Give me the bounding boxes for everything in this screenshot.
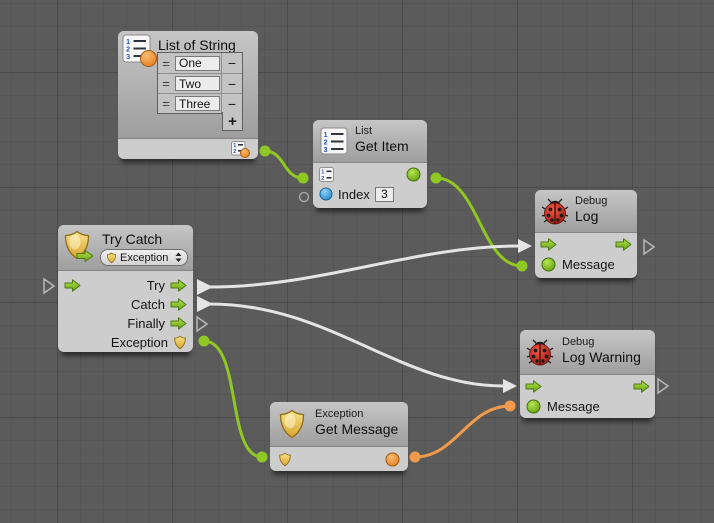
node-title: Get Message [315, 421, 398, 437]
flow-input-port[interactable] [64, 279, 81, 292]
svg-text:3: 3 [324, 145, 328, 154]
list-literal-icon: 1 2 3 [122, 34, 158, 68]
message-input-port[interactable] [541, 257, 556, 272]
list-item-field[interactable]: Three [175, 96, 220, 111]
node-category: Debug [575, 195, 607, 208]
wire-exception-to-getmessage[interactable] [204, 341, 262, 457]
svg-text:2: 2 [321, 176, 324, 182]
finally-output-port[interactable] [170, 317, 187, 330]
try-catch-icon [62, 230, 96, 264]
unconnected-output-marker-log [644, 240, 654, 254]
node-category: List [355, 125, 409, 138]
wire-endpoint [298, 173, 309, 184]
wire-endpoint [260, 146, 271, 157]
list-item-row: = One − [158, 53, 242, 73]
wire-endpoint [505, 401, 516, 412]
node-log-warning[interactable]: Debug Log Warning Message [520, 330, 655, 418]
flow-input-port[interactable] [525, 380, 542, 393]
exception-output-port[interactable] [173, 335, 187, 350]
wire-getmessage-to-logwarning[interactable] [415, 406, 510, 457]
wire-list-to-getitem[interactable] [265, 151, 303, 178]
flow-output-port[interactable] [615, 238, 632, 251]
exception-port-label: Exception [111, 335, 168, 350]
index-input-port[interactable] [319, 187, 333, 201]
flow-output-port[interactable] [633, 380, 650, 393]
item-output-port[interactable] [406, 167, 421, 182]
node-title: List of String [158, 37, 236, 53]
node-title: Get Item [355, 138, 409, 154]
node-list-of-string[interactable]: 1 2 3 List of String = One − = Two − = [118, 31, 258, 159]
graph-canvas[interactable]: 1 2 3 List of String = One − = Two − = [0, 0, 714, 523]
unconnected-input-marker-trycatch [44, 279, 54, 293]
dropdown-caret-icon [175, 252, 182, 263]
try-output-port[interactable] [170, 279, 187, 292]
ladybug-icon [526, 338, 554, 366]
add-item-button[interactable]: + [222, 112, 243, 131]
wire-arrowhead [197, 279, 213, 295]
finally-port-label: Finally [127, 316, 165, 331]
remove-item-button[interactable]: − [221, 53, 242, 73]
wire-arrowhead [518, 239, 532, 253]
node-debug-log[interactable]: Debug Log Message [535, 190, 637, 278]
list-item-field[interactable]: One [175, 56, 220, 71]
drag-handle[interactable]: = [158, 56, 174, 71]
wire-endpoint [517, 261, 528, 272]
exception-input-port[interactable] [278, 452, 292, 467]
node-get-message[interactable]: Exception Get Message [270, 402, 408, 471]
flow-input-port[interactable] [540, 238, 557, 251]
index-field[interactable]: 3 [375, 187, 394, 202]
try-port-label: Try [147, 278, 165, 293]
list-item-row: = Three − [158, 93, 242, 113]
node-get-item[interactable]: 1 2 3 List Get Item 1 2 [313, 120, 427, 208]
node-title: Try Catch [102, 231, 162, 247]
node-category: Exception [315, 408, 398, 421]
unconnected-input-marker-index [300, 193, 309, 202]
drag-handle[interactable]: = [158, 96, 174, 111]
exception-type-dropdown[interactable]: Exception [100, 249, 188, 266]
wire-try-to-log[interactable] [210, 246, 518, 287]
node-category: Debug [562, 336, 641, 349]
node-title: Log Warning [562, 349, 641, 365]
remove-item-button[interactable]: − [221, 94, 242, 113]
index-label: Index [338, 187, 370, 202]
list-item-row: = Two − [158, 73, 242, 93]
svg-text:1: 1 [321, 169, 324, 175]
svg-text:2: 2 [233, 149, 236, 155]
list-input-port[interactable]: 1 2 [319, 167, 334, 182]
remove-item-button[interactable]: − [221, 74, 242, 93]
drag-handle[interactable]: = [158, 76, 174, 91]
catch-output-port[interactable] [170, 298, 187, 311]
message-output-port[interactable] [385, 452, 400, 467]
node-title: Log [575, 208, 607, 224]
shield-icon [106, 252, 117, 264]
catch-port-label: Catch [131, 297, 165, 312]
list-item-field[interactable]: Two [175, 76, 220, 91]
list-output-port[interactable]: 1 2 [231, 141, 251, 158]
dropdown-value: Exception [120, 252, 172, 264]
wire-arrowhead [197, 296, 213, 312]
node-try-catch[interactable]: Try Catch Exception Try Catch [58, 225, 193, 352]
list-icon: 1 2 3 [320, 127, 348, 155]
message-input-port[interactable] [526, 399, 541, 414]
message-label: Message [547, 399, 600, 414]
node-body: 1 2 [118, 140, 258, 159]
wire-endpoint [431, 173, 442, 184]
ladybug-icon [541, 197, 569, 225]
unconnected-output-marker-finally [197, 317, 207, 331]
wire-arrowhead [503, 379, 517, 393]
wire-endpoint [199, 336, 210, 347]
svg-text:3: 3 [126, 52, 130, 61]
shield-icon [277, 409, 307, 439]
unconnected-output-marker-logwarning [658, 379, 668, 393]
wire-endpoint [257, 452, 268, 463]
wire-endpoint [410, 452, 421, 463]
wire-catch-to-logwarning[interactable] [210, 304, 503, 386]
list-editor: = One − = Two − = Three − [157, 52, 243, 114]
message-label: Message [562, 257, 615, 272]
